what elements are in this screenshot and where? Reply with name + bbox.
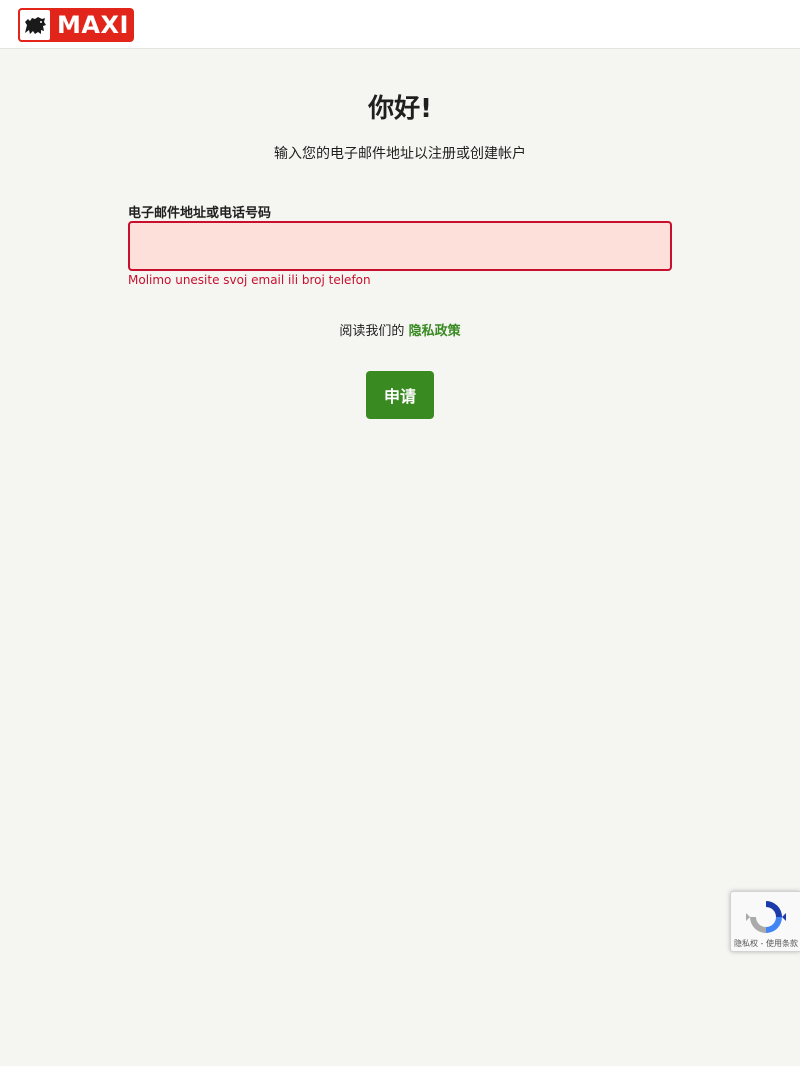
recaptcha-badge[interactable]: 隐私权 - 使用条款 — [730, 891, 800, 952]
email-field-label: 电子邮件地址或电话号码 — [128, 206, 272, 221]
privacy-policy-link[interactable]: 隐私政策 — [409, 324, 461, 339]
maxi-logo[interactable]: MAXI — [18, 8, 134, 42]
page-title: 你好! — [368, 94, 432, 124]
field-error-message: Molimo unesite svoj email ili broj telef… — [128, 273, 371, 287]
top-header: MAXI — [0, 0, 800, 49]
page-subtitle: 输入您的电子邮件地址以注册或创建帐户 — [274, 146, 526, 162]
policy-prefix-text: 阅读我们的 — [339, 324, 409, 339]
lion-icon — [18, 8, 52, 42]
submit-button[interactable]: 申请 — [366, 371, 434, 419]
recaptcha-terms-links[interactable]: 隐私权 - 使用条款 — [731, 939, 800, 949]
privacy-policy-notice: 阅读我们的 隐私政策 — [0, 320, 800, 339]
email-or-phone-input[interactable] — [128, 221, 672, 271]
recaptcha-icon — [746, 897, 786, 937]
logo-wordmark: MAXI — [57, 11, 129, 39]
